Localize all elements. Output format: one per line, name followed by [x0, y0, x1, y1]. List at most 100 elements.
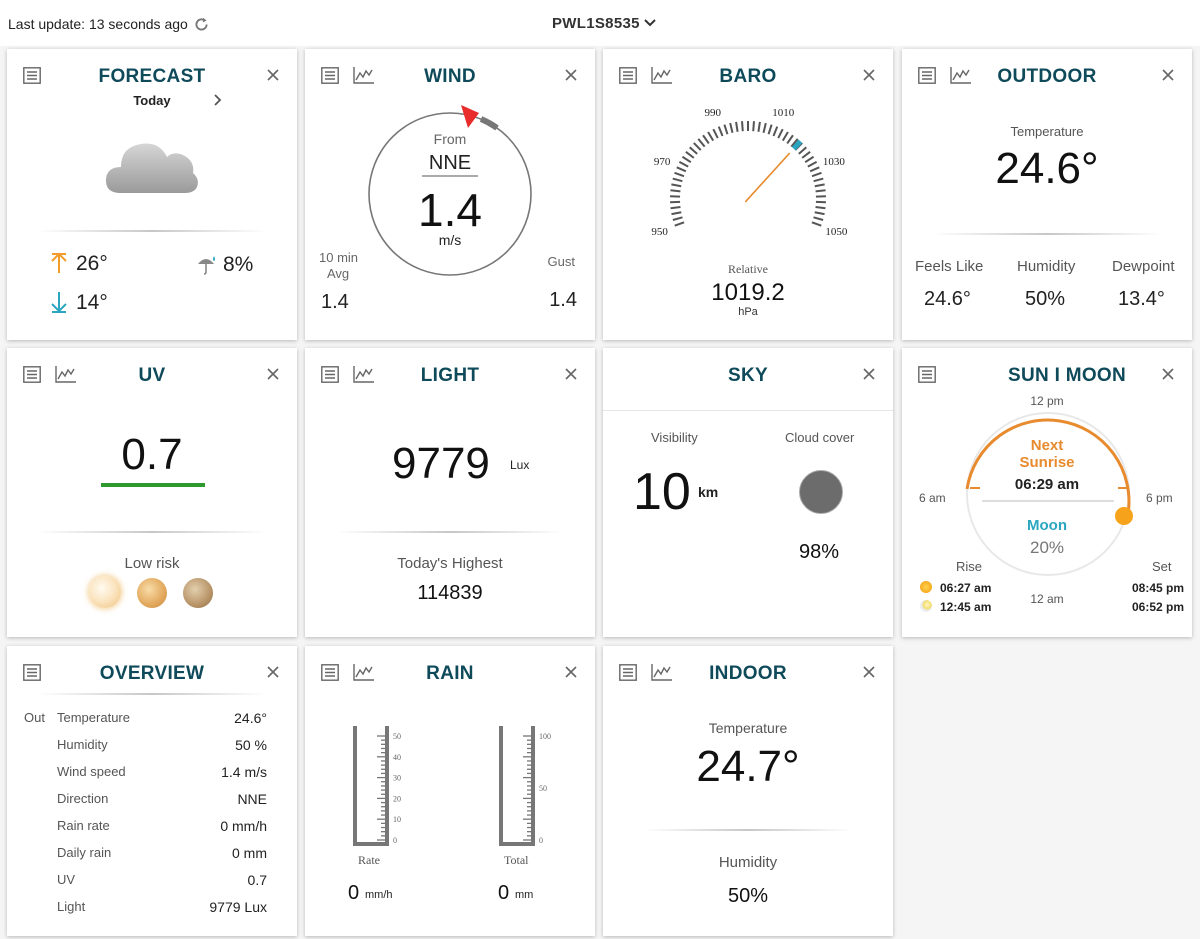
baro-tick [811, 171, 822, 178]
sunmoon-6pm: 6 pm [1146, 491, 1173, 505]
sunmoon-next-label: Next [1030, 437, 1064, 454]
overview-row-value: 0 mm/h [220, 818, 267, 834]
outdoor-feels-label: Feels Like [915, 258, 984, 275]
outdoor-temp: 24.6° [995, 144, 1099, 193]
baro-tick [685, 151, 695, 159]
moon-icon [920, 600, 932, 612]
overview-row-label: Humidity [57, 737, 108, 752]
rain-total-unit: mm [515, 889, 534, 901]
chevron-right-icon[interactable] [213, 94, 222, 106]
close-icon[interactable] [565, 666, 577, 678]
wind-unit: m/s [438, 232, 462, 248]
card-title: WIND [424, 66, 476, 87]
baro-tick [752, 121, 755, 132]
station-name: PWL1S8535 [552, 15, 640, 32]
baro-tick [781, 131, 789, 142]
close-icon[interactable] [267, 368, 279, 380]
overview-row-value: NNE [237, 791, 267, 807]
overview-row-label: Daily rain [57, 845, 112, 860]
indoor-humidity-label: Humidity [718, 854, 778, 871]
forecast-high: 26° [76, 252, 108, 275]
baro-gauge: 950 970 990 1010 1030 1050 [651, 109, 847, 238]
baro-tick [697, 138, 706, 148]
card-title: OVERVIEW [99, 663, 205, 684]
outdoor-humidity-label: Humidity [1017, 258, 1076, 275]
moon-rise-time: 12:45 am [940, 600, 992, 614]
baro-needle [744, 152, 791, 203]
rain-scale-label: 30 [393, 774, 401, 783]
overview-row-label: Temperature [57, 710, 130, 725]
list-icon[interactable] [918, 366, 936, 383]
sun-rise-row: 06:27 am [920, 581, 991, 595]
arrow-up-icon [51, 252, 67, 273]
uv-level-bar [101, 483, 205, 487]
overview-row-value: 24.6° [234, 710, 267, 726]
wind-avg-value: 1.4 [321, 291, 349, 313]
baro-tick [815, 206, 826, 210]
baro-tick [786, 134, 794, 145]
card-title: OUTDOOR [997, 66, 1097, 87]
divider [643, 829, 853, 831]
sky-cloud: 98% [799, 541, 840, 563]
moon-set-time: 06:52 pm [1131, 600, 1184, 614]
outdoor-dewpoint: 13.4° [1118, 288, 1165, 310]
indoor-card: INDOOR Temperature 24.7° Humidity 50% [603, 646, 893, 936]
station-selector[interactable]: PWL1S8535 [552, 15, 656, 32]
sun-rise-time: 06:27 am [940, 581, 992, 595]
close-icon[interactable] [1162, 368, 1174, 380]
top-bar: Last update: 13 seconds ago PWL1S8535 [0, 0, 1200, 46]
baro-card: BARO 950 970 990 1010 1030 1050 Relative 1019… [603, 49, 893, 340]
divider [335, 531, 565, 533]
rain-scale-label: 10 [393, 815, 401, 824]
sunmoon-next-event: Sunrise [1019, 454, 1075, 471]
baro-tick [813, 177, 824, 183]
sunmoon-next-time: 06:29 am [1014, 476, 1080, 493]
forecast-card: FORECAST Today 26° 8% 14° [7, 49, 297, 340]
rain-scale-label: 40 [393, 753, 401, 762]
skin-tone-light [89, 576, 121, 608]
rain-rate-gauge: 50 40 30 20 10 0 [353, 726, 401, 846]
sunmoon-moon-pct: 20% [1029, 538, 1065, 557]
close-icon[interactable] [565, 69, 577, 81]
overview-row: Wind speed 1.4 m/s [7, 764, 297, 784]
overview-row-label: Light [57, 899, 86, 914]
card-title: RAIN [426, 663, 474, 684]
rain-scale-label: 50 [393, 732, 401, 741]
uv-risk: Low risk [124, 555, 180, 572]
sky-visibility-label: Visibility [651, 430, 698, 445]
close-icon[interactable] [863, 69, 875, 81]
wind-card: WIND From NNE 1.4 m/s 10 min Avg 1.4 Gus… [305, 49, 595, 340]
overview-row-value: 1.4 m/s [221, 764, 267, 780]
light-highest-label: Today's Highest [397, 555, 503, 572]
indoor-humidity: 50% [727, 885, 769, 907]
refresh-icon[interactable] [193, 16, 210, 33]
sunmoon-card: SUN I MOON 12 pm 6 am 6 pm Next Sunrise … [902, 348, 1192, 637]
arrow-down-icon [51, 292, 67, 313]
close-icon[interactable] [863, 666, 875, 678]
overview-row: UV 0.7 [7, 872, 297, 892]
baro-tick [689, 146, 698, 155]
sunmoon-set-label: Set [1152, 559, 1172, 574]
close-icon[interactable] [565, 368, 577, 380]
close-icon[interactable] [1162, 69, 1174, 81]
indoor-temp: 24.7° [696, 742, 800, 791]
overview-row-label: Wind speed [57, 764, 126, 779]
overview-card: OVERVIEW Out Temperature 24.6° Humidity 50… [7, 646, 297, 936]
outdoor-temp-label: Temperature [1010, 124, 1084, 139]
baro-tick [674, 171, 685, 178]
close-icon[interactable] [267, 666, 279, 678]
card-title: UV [138, 365, 166, 386]
overview-row-label: Direction [57, 791, 109, 806]
close-icon[interactable] [267, 69, 279, 81]
close-icon[interactable] [863, 368, 875, 380]
rain-scale-label: 20 [393, 794, 401, 803]
baro-tick [804, 155, 815, 164]
baro-tick [678, 161, 689, 168]
baro-tick [676, 166, 687, 173]
chevron-down-icon [644, 19, 656, 27]
baro-tick [672, 177, 683, 183]
baro-tick [814, 211, 825, 216]
moon-rise-row: 12:45 am [920, 600, 991, 614]
uv-card: UV 0.7 Low risk [7, 348, 297, 637]
baro-relative-label: Relative [728, 262, 768, 276]
